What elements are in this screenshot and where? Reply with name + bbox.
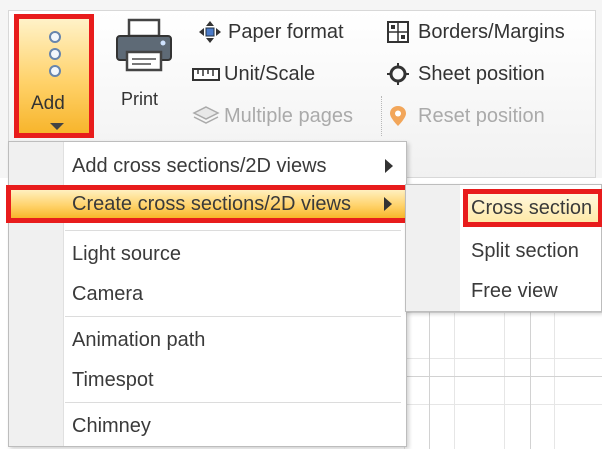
menu-item-create-cross-sections[interactable]: Create cross sections/2D views — [6, 185, 410, 223]
add-button[interactable]: Add — [14, 14, 94, 138]
location-pin-icon — [390, 106, 406, 126]
menu-separator — [65, 402, 401, 403]
menu-separator — [65, 230, 401, 231]
add-dropdown-menu: Add cross sections/2D views Create cross… — [6, 141, 410, 447]
menu-item-add-cross-sections[interactable]: Add cross sections/2D views — [9, 147, 406, 185]
submenu-item-cross-section[interactable]: Cross section — [463, 189, 602, 227]
menu-item-label: Light source — [72, 243, 181, 265]
print-label: Print — [121, 89, 159, 109]
sheet-position-label: Sheet position — [418, 63, 545, 85]
menu-item-timespot[interactable]: Timespot — [9, 361, 406, 399]
submenu-arrow-icon — [385, 159, 393, 173]
menu-item-label: Chimney — [72, 415, 151, 437]
submenu-item-label: Split section — [471, 240, 579, 262]
reset-position-label: Reset position — [418, 105, 545, 127]
menu-item-label: Camera — [72, 283, 144, 305]
paper-format-label: Paper format — [228, 21, 344, 43]
multiple-pages-button[interactable]: Multiple pages — [192, 104, 378, 128]
unit-scale-label: Unit/Scale — [224, 63, 316, 85]
add-button-label: Add — [31, 93, 65, 114]
submenu-item-label: Free view — [471, 280, 558, 302]
sheet-position-button[interactable]: Sheet position — [386, 62, 586, 86]
submenu-item-split-section[interactable]: Split section — [406, 232, 601, 270]
ruler-icon — [192, 68, 220, 81]
menu-item-label: Animation path — [72, 329, 206, 351]
move-arrows-icon — [199, 21, 221, 43]
submenu-item-label: Cross section — [471, 197, 593, 219]
menu-item-light-source[interactable]: Light source — [9, 235, 406, 273]
borders-margins-label: Borders/Margins — [418, 21, 565, 43]
menu-item-label: Add cross sections/2D views — [72, 155, 327, 177]
ribbon-separator — [381, 96, 383, 136]
add-objects-icon — [47, 31, 63, 81]
layers-icon — [192, 106, 220, 124]
menu-separator — [65, 316, 401, 317]
reset-position-button[interactable]: Reset position — [386, 104, 586, 128]
menu-item-label: Create cross sections/2D views — [72, 193, 351, 215]
borders-icon — [387, 21, 409, 43]
sheet-position-icon — [387, 63, 409, 85]
paper-format-button[interactable]: Paper format — [196, 20, 376, 44]
submenu-arrow-icon — [384, 197, 392, 211]
chevron-down-icon — [50, 123, 64, 130]
printer-icon — [116, 18, 172, 72]
menu-item-animation-path[interactable]: Animation path — [9, 321, 406, 359]
menu-item-chimney[interactable]: Chimney — [9, 407, 406, 445]
create-cross-sections-submenu: Cross section Split section Free view — [405, 184, 602, 312]
borders-margins-button[interactable]: Borders/Margins — [386, 20, 596, 44]
multiple-pages-label: Multiple pages — [224, 105, 353, 127]
menu-item-camera[interactable]: Camera — [9, 275, 406, 313]
unit-scale-button[interactable]: Unit/Scale — [192, 62, 372, 86]
submenu-item-free-view[interactable]: Free view — [406, 272, 601, 310]
drawing-canvas[interactable] — [404, 312, 602, 449]
menu-item-label: Timespot — [72, 369, 154, 391]
